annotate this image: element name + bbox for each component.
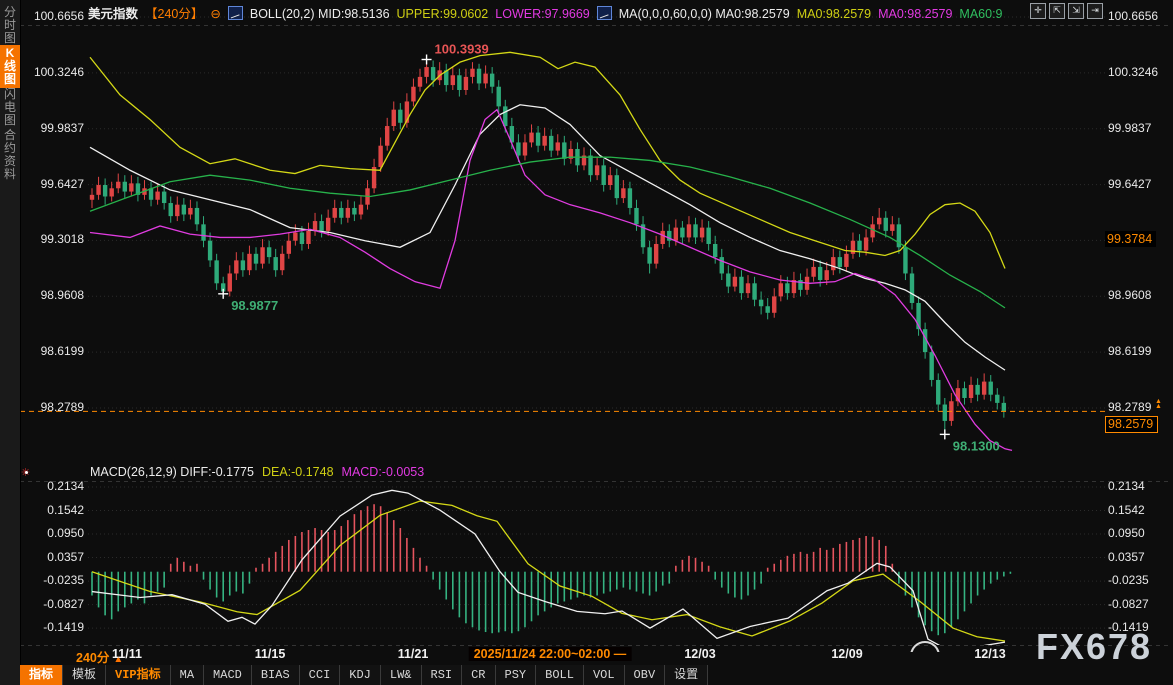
sidebar-item-2[interactable]: 闪电图 xyxy=(0,86,20,129)
price-axis-label: 99.3018 xyxy=(22,232,84,246)
ma60-readout: MA60:9 xyxy=(959,7,1002,21)
date-tick-label: 11/11 xyxy=(112,647,142,661)
date-tick-label: 12/13 xyxy=(974,647,1005,661)
price-axis-label: 99.6427 xyxy=(22,177,84,191)
toolbar-button-LW&[interactable]: LW& xyxy=(381,665,422,685)
sidebar-item-0[interactable]: 分时图 xyxy=(0,4,20,47)
window-buttons: ✛⇱⇲⇥ xyxy=(1027,3,1103,21)
price-axis-label: 100.3246 xyxy=(1108,65,1170,79)
macd-axis-label: 0.2134 xyxy=(22,479,84,493)
date-tick-label: 12/03 xyxy=(684,647,715,661)
price-axis-label: 100.3246 xyxy=(22,65,84,79)
macd-axis-label: -0.0235 xyxy=(1108,573,1170,587)
date-tick-label: 12/09 xyxy=(831,647,862,661)
collapse-icon: ⊖ xyxy=(210,7,220,21)
date-tick-label: 11/15 xyxy=(255,647,286,661)
symbol-title: 美元指数 xyxy=(88,7,138,21)
toolbar-button-模板[interactable]: 模板 xyxy=(63,665,106,685)
macd-axis-label: -0.0235 xyxy=(22,573,84,587)
price-axis-label: 98.9608 xyxy=(22,288,84,302)
price-axis-label: 98.6199 xyxy=(22,344,84,358)
price-axis-label: 99.9837 xyxy=(1108,121,1170,135)
price-axis-label: 98.6199 xyxy=(1108,344,1170,358)
left-sidebar: 分时图K线图闪电图合约资料 xyxy=(0,0,21,685)
boll-mid-readout: BOLL(20,2) MID:98.5136 xyxy=(250,7,390,21)
extreme-price-annotation: 100.3939 xyxy=(435,41,489,56)
toolbar-button-VOL[interactable]: VOL xyxy=(584,665,625,685)
macd-axis-label: 0.0357 xyxy=(22,550,84,564)
ma-readout-1: MA(0,0,0,60,0,0) MA0:98.2579 xyxy=(619,7,790,21)
price-axis-label: 99.9837 xyxy=(22,121,84,135)
prev-close-price-tag: 99.3784 xyxy=(1105,231,1156,247)
extreme-price-annotation: 98.9877 xyxy=(231,298,278,313)
price-axis-label: 99.6427 xyxy=(1108,177,1170,191)
toolbar-button-OBV[interactable]: OBV xyxy=(625,665,666,685)
diff-line xyxy=(92,490,1005,649)
macd-axis-label: -0.0827 xyxy=(1108,597,1170,611)
toolbar-button-KDJ[interactable]: KDJ xyxy=(340,665,381,685)
extreme-price-annotation: 98.1300 xyxy=(953,438,1000,453)
bottom-toolbar: 指标模板VIP指标MAMACDBIASCCIKDJLW&RSICRPSYBOLL… xyxy=(20,665,708,685)
toolbar-button-CCI[interactable]: CCI xyxy=(300,665,341,685)
price-axis-label: 100.6656 xyxy=(22,9,84,23)
macd-axis-label: 0.0950 xyxy=(22,526,84,540)
macd-header: MACD(26,12,9) DIFF:-0.1775 DEA:-0.1748 MAC… xyxy=(90,465,432,479)
dea-line xyxy=(92,501,1005,641)
time-axis-row: 240分▲ 11/1111/1511/212025/11/24 22:00~02… xyxy=(0,646,1173,664)
macd-axis-label: 0.2134 xyxy=(1108,479,1170,493)
macd-axis-label: 0.0357 xyxy=(1108,550,1170,564)
current-price-tag: 98.2579 xyxy=(1105,416,1158,433)
ma60-line xyxy=(90,157,1005,308)
date-tick-label: 11/21 xyxy=(398,647,429,661)
price-axis-label: 100.6656 xyxy=(1108,9,1170,23)
chart-icon xyxy=(597,6,612,20)
macd-axis-label: 0.0950 xyxy=(1108,526,1170,540)
toolbar-button-RSI[interactable]: RSI xyxy=(422,665,463,685)
boll-lower-readout: LOWER:97.9669 xyxy=(495,7,590,21)
watermark: FX678 xyxy=(1036,626,1152,668)
shift-right-button[interactable]: ⇥ xyxy=(1087,3,1103,19)
chart-canvas[interactable]: 100.3939 98.9877 98.1300 xyxy=(0,0,1173,685)
toolbar-button-CR[interactable]: CR xyxy=(462,665,495,685)
alert-sun-icon[interactable]: ✳ xyxy=(21,466,30,479)
selected-time-range-label: 2025/11/24 22:00~02:00 — xyxy=(469,647,632,661)
ma-readout-3: MA0:98.2579 xyxy=(878,7,952,21)
period-badge: 【240分】 xyxy=(145,7,203,21)
toolbar-button-PSY[interactable]: PSY xyxy=(496,665,537,685)
logo-arc xyxy=(908,641,942,652)
price-axis-label: 98.9608 xyxy=(1108,288,1170,302)
sidebar-item-3[interactable]: 合约资料 xyxy=(0,127,20,183)
chart-header: 美元指数【240分】 ⊖ BOLL(20,2) MID:98.5136 UPPER:9… xyxy=(88,3,1010,21)
chart-app: 分时图K线图闪电图合约资料 美元指数【240分】 ⊖ BOLL(20,2) MID:… xyxy=(0,0,1173,685)
macd-dea-readout: DEA:-0.1748 xyxy=(262,465,334,479)
scale-right-button[interactable]: ⇲ xyxy=(1068,3,1084,19)
toolbar-button-BIAS[interactable]: BIAS xyxy=(252,665,300,685)
toolbar-button-设置[interactable]: 设置 xyxy=(665,665,708,685)
macd-axis-label: -0.0827 xyxy=(22,597,84,611)
toolbar-button-BOLL[interactable]: BOLL xyxy=(536,665,584,685)
macd-diff-readout: MACD(26,12,9) DIFF:-0.1775 xyxy=(90,465,254,479)
macd-axis-label: 0.1542 xyxy=(22,503,84,517)
pan-tool-button[interactable]: ✛ xyxy=(1030,3,1046,19)
macd-hist-readout: MACD:-0.0053 xyxy=(342,465,425,479)
toolbar-button-指标[interactable]: 指标 xyxy=(20,665,63,685)
toolbar-button-MACD[interactable]: MACD xyxy=(204,665,252,685)
boll-upper-readout: UPPER:99.0602 xyxy=(397,7,489,21)
sidebar-item-1[interactable]: K线图 xyxy=(0,45,20,88)
toolbar-button-MA[interactable]: MA xyxy=(171,665,204,685)
candles xyxy=(90,61,1006,433)
macd-axis-label: -0.1419 xyxy=(22,620,84,634)
ma-readout-2: MA0:98.2579 xyxy=(797,7,871,21)
macd-axis-label: 0.1542 xyxy=(1108,503,1170,517)
price-axis-label: 98.2789 xyxy=(22,400,84,414)
scale-left-button[interactable]: ⇱ xyxy=(1049,3,1065,19)
macd-histogram xyxy=(92,504,1010,635)
chart-icon xyxy=(228,6,243,20)
toolbar-button-VIP指标[interactable]: VIP指标 xyxy=(106,665,171,685)
price-up-arrows-icon: ▲▲ xyxy=(1155,399,1162,409)
